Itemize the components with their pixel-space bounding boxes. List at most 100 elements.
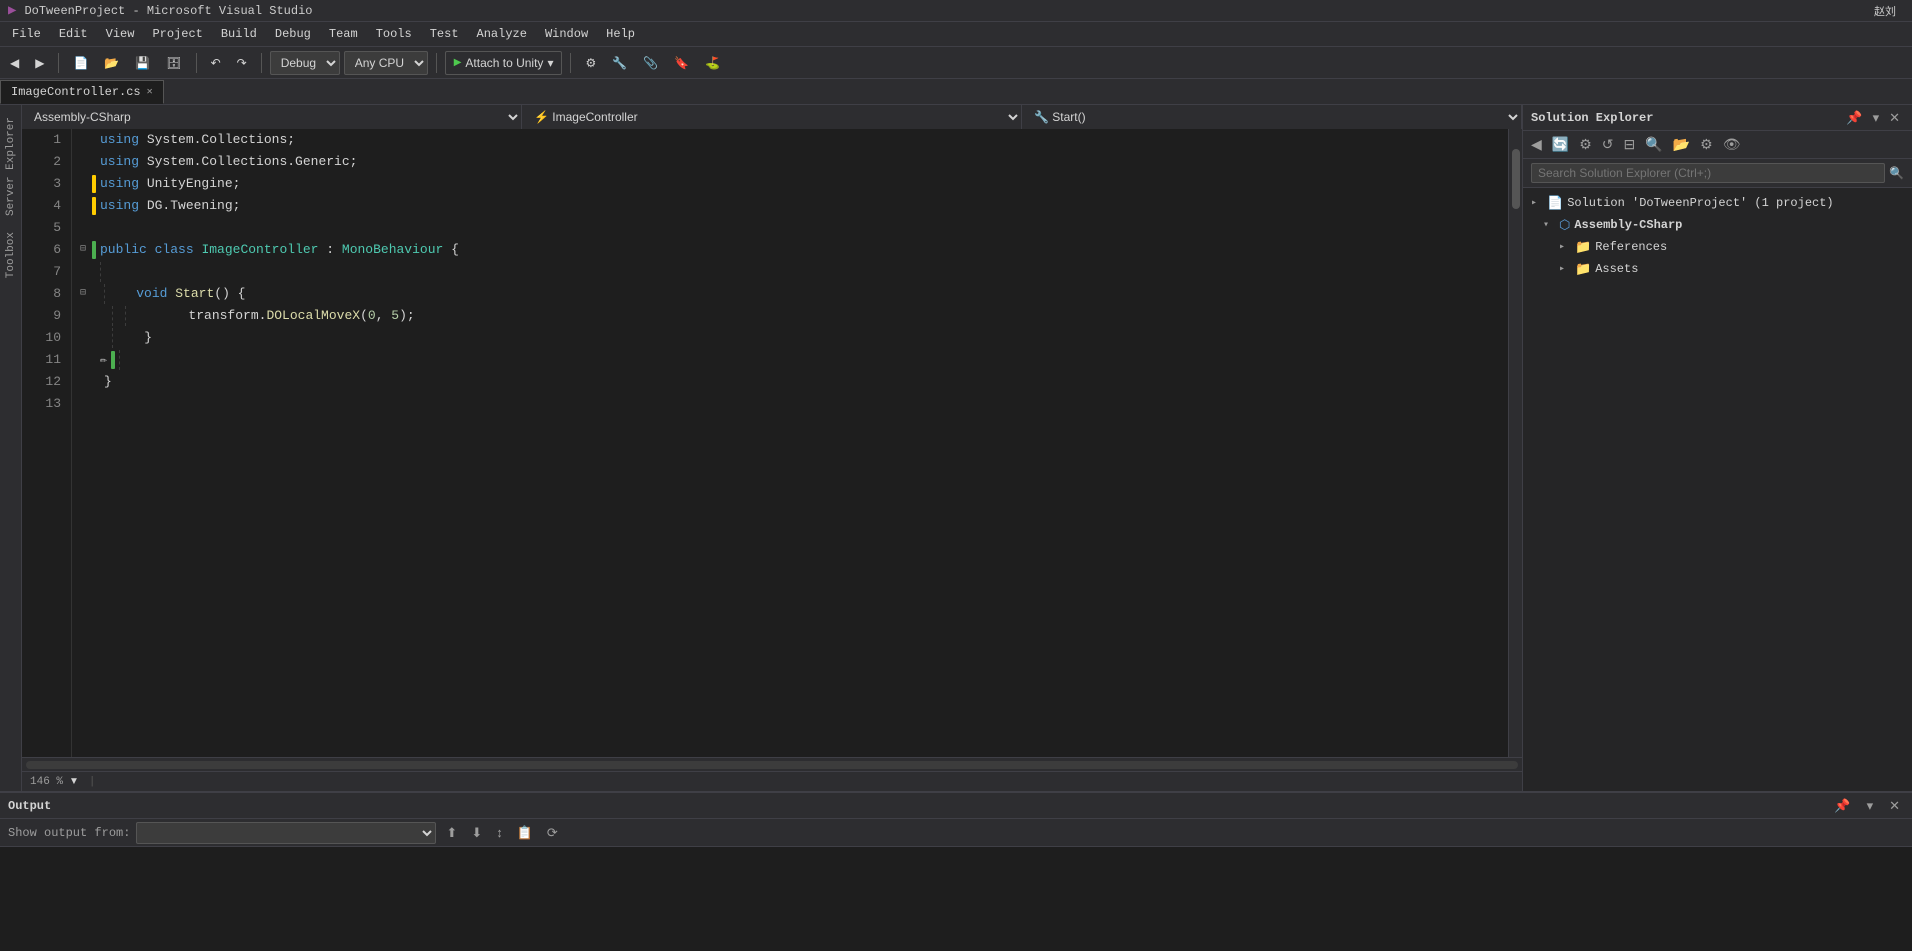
- se-settings-btn[interactable]: ⚙: [1696, 134, 1717, 155]
- se-props-btn[interactable]: ⚙: [1575, 134, 1596, 155]
- menu-bar: File Edit View Project Build Debug Team …: [0, 22, 1912, 47]
- platform-dropdown[interactable]: Any CPU: [344, 51, 428, 75]
- yellow-indicator-3: [92, 175, 96, 193]
- menu-analyze[interactable]: Analyze: [469, 25, 535, 43]
- toolbox-tab[interactable]: Toolbox: [1, 224, 21, 286]
- menu-build[interactable]: Build: [213, 25, 265, 43]
- server-explorer-tab[interactable]: Server Explorer: [1, 109, 21, 224]
- tree-assets[interactable]: ▸ 📁 Assets: [1523, 258, 1912, 280]
- toolbar-btn-2[interactable]: 🔧: [606, 54, 633, 72]
- se-dropdown-btn[interactable]: ▾: [1869, 108, 1884, 128]
- se-refresh-btn[interactable]: ↺: [1598, 134, 1618, 155]
- forward-btn[interactable]: ▶: [29, 54, 50, 72]
- tree-solution[interactable]: ▸ 📄 Solution 'DoTweenProject' (1 project…: [1523, 192, 1912, 214]
- line-num-11: 11: [22, 349, 61, 371]
- tree-assembly-csharp[interactable]: ▾ ⬡ Assembly-CSharp: [1523, 214, 1912, 236]
- line-num-6: 6: [22, 239, 61, 261]
- line-num-3: 3: [22, 173, 61, 195]
- sep3: [261, 53, 262, 73]
- toolbar-btn-4[interactable]: 🔖: [668, 54, 695, 72]
- assembly-icon: ⬡: [1559, 218, 1570, 233]
- output-panel: Output 📌 ▾ ✕ Show output from: ⬆ ⬇ ↕ 📋 ⟳: [0, 791, 1912, 951]
- output-up-btn[interactable]: ⬆: [442, 823, 461, 843]
- output-updown-btn[interactable]: ↕: [492, 823, 507, 842]
- se-close-btn[interactable]: ✕: [1885, 108, 1904, 128]
- save-all-btn[interactable]: 🗄: [160, 54, 187, 72]
- line-num-7: 7: [22, 261, 61, 283]
- fold-8[interactable]: ⊟: [80, 283, 92, 305]
- attach-dropdown-icon: ▾: [547, 56, 553, 70]
- output-source-dropdown[interactable]: [136, 822, 436, 844]
- sep2: [196, 53, 197, 73]
- toolbar-btn-3[interactable]: 📎: [637, 54, 664, 72]
- se-sync-btn[interactable]: 🔄: [1548, 134, 1573, 155]
- menu-test[interactable]: Test: [422, 25, 467, 43]
- se-title: Solution Explorer: [1531, 111, 1653, 125]
- zoom-dropdown-btn[interactable]: ▼: [67, 776, 81, 787]
- tab-close-btn[interactable]: ✕: [147, 86, 153, 98]
- method-dropdown[interactable]: 🔧 Start(): [1022, 105, 1522, 129]
- save-btn[interactable]: 💾: [129, 54, 156, 72]
- debug-config-dropdown[interactable]: Debug: [270, 51, 340, 75]
- menu-tools[interactable]: Tools: [368, 25, 420, 43]
- toolbar-btn-1[interactable]: ⚙: [579, 54, 602, 72]
- code-line-11: ✏: [80, 349, 1500, 371]
- output-content: [0, 847, 1912, 951]
- namespace-dropdown[interactable]: Assembly-CSharp: [22, 105, 522, 129]
- solution-label: Solution 'DoTweenProject' (1 project): [1567, 196, 1833, 210]
- references-arrow: ▸: [1559, 241, 1571, 253]
- code-content[interactable]: using System.Collections; using System.C…: [72, 129, 1508, 757]
- code-line-2: using System.Collections.Generic;: [80, 151, 1500, 173]
- code-line-6: ⊟ public class ImageController : MonoBeh…: [80, 239, 1500, 261]
- tree-references[interactable]: ▸ 📁 References: [1523, 236, 1912, 258]
- se-collapse-btn[interactable]: ⊟: [1620, 134, 1640, 155]
- se-back-btn[interactable]: ◀: [1527, 134, 1546, 155]
- line-num-8: 8: [22, 283, 61, 305]
- output-down-btn[interactable]: ⬇: [467, 823, 486, 843]
- output-close-btn[interactable]: ✕: [1885, 796, 1904, 816]
- undo-btn[interactable]: ↶: [205, 54, 227, 72]
- scrollbar-thumb[interactable]: [1512, 149, 1520, 209]
- menu-edit[interactable]: Edit: [51, 25, 96, 43]
- se-filter-btn[interactable]: 🔍: [1641, 134, 1666, 155]
- se-pin-btn[interactable]: 📌: [1842, 108, 1866, 128]
- fold-5: [80, 217, 92, 239]
- class-dropdown[interactable]: ⚡ ImageController: [522, 105, 1022, 129]
- menu-view[interactable]: View: [98, 25, 143, 43]
- se-show-all-btn[interactable]: 📂: [1669, 134, 1694, 155]
- attach-to-unity-btn[interactable]: ▶ Attach to Unity ▾: [445, 51, 563, 75]
- output-header: Output 📌 ▾ ✕: [0, 793, 1912, 819]
- editor-scrollbar[interactable]: [1508, 129, 1522, 757]
- menu-file[interactable]: File: [4, 25, 49, 43]
- toolbar: ◀ ▶ 📄 📂 💾 🗄 ↶ ↷ Debug Any CPU ▶ Attach t…: [0, 47, 1912, 79]
- kw-using-4: using: [100, 195, 139, 217]
- redo-btn[interactable]: ↷: [231, 54, 253, 72]
- fold-7: [80, 261, 92, 283]
- menu-team[interactable]: Team: [321, 25, 366, 43]
- menu-project[interactable]: Project: [144, 25, 210, 43]
- output-wrap-btn[interactable]: ⟳: [543, 823, 562, 843]
- open-btn[interactable]: 📂: [98, 54, 125, 72]
- se-search-input[interactable]: [1531, 163, 1885, 183]
- h-scrollbar-track: [26, 761, 1518, 769]
- line-num-9: 9: [22, 305, 61, 327]
- toolbar-btn-5[interactable]: ⛳: [699, 54, 726, 72]
- menu-window[interactable]: Window: [537, 25, 596, 43]
- output-pin-btn[interactable]: 📌: [1830, 796, 1854, 816]
- output-clear-btn[interactable]: 📋: [513, 823, 537, 843]
- fold-6[interactable]: ⊟: [80, 239, 92, 261]
- code-editor: 1 2 3 4 5 6 7 8 9 10 11 12 13 u: [22, 129, 1522, 757]
- tab-image-controller[interactable]: ImageController.cs ✕: [0, 80, 164, 104]
- code-line-12: }: [80, 371, 1500, 393]
- new-file-btn[interactable]: 📄: [67, 54, 94, 72]
- tab-label: ImageController.cs: [11, 85, 141, 99]
- menu-help[interactable]: Help: [598, 25, 643, 43]
- green-indicator-11: [111, 351, 115, 369]
- fold-1: [80, 129, 92, 151]
- menu-debug[interactable]: Debug: [267, 25, 319, 43]
- h-scrollbar[interactable]: [22, 757, 1522, 771]
- se-view-btn[interactable]: 👁: [1719, 134, 1745, 155]
- back-btn[interactable]: ◀: [4, 54, 25, 72]
- code-line-10: }: [80, 327, 1500, 349]
- output-dropdown-btn[interactable]: ▾: [1863, 796, 1878, 816]
